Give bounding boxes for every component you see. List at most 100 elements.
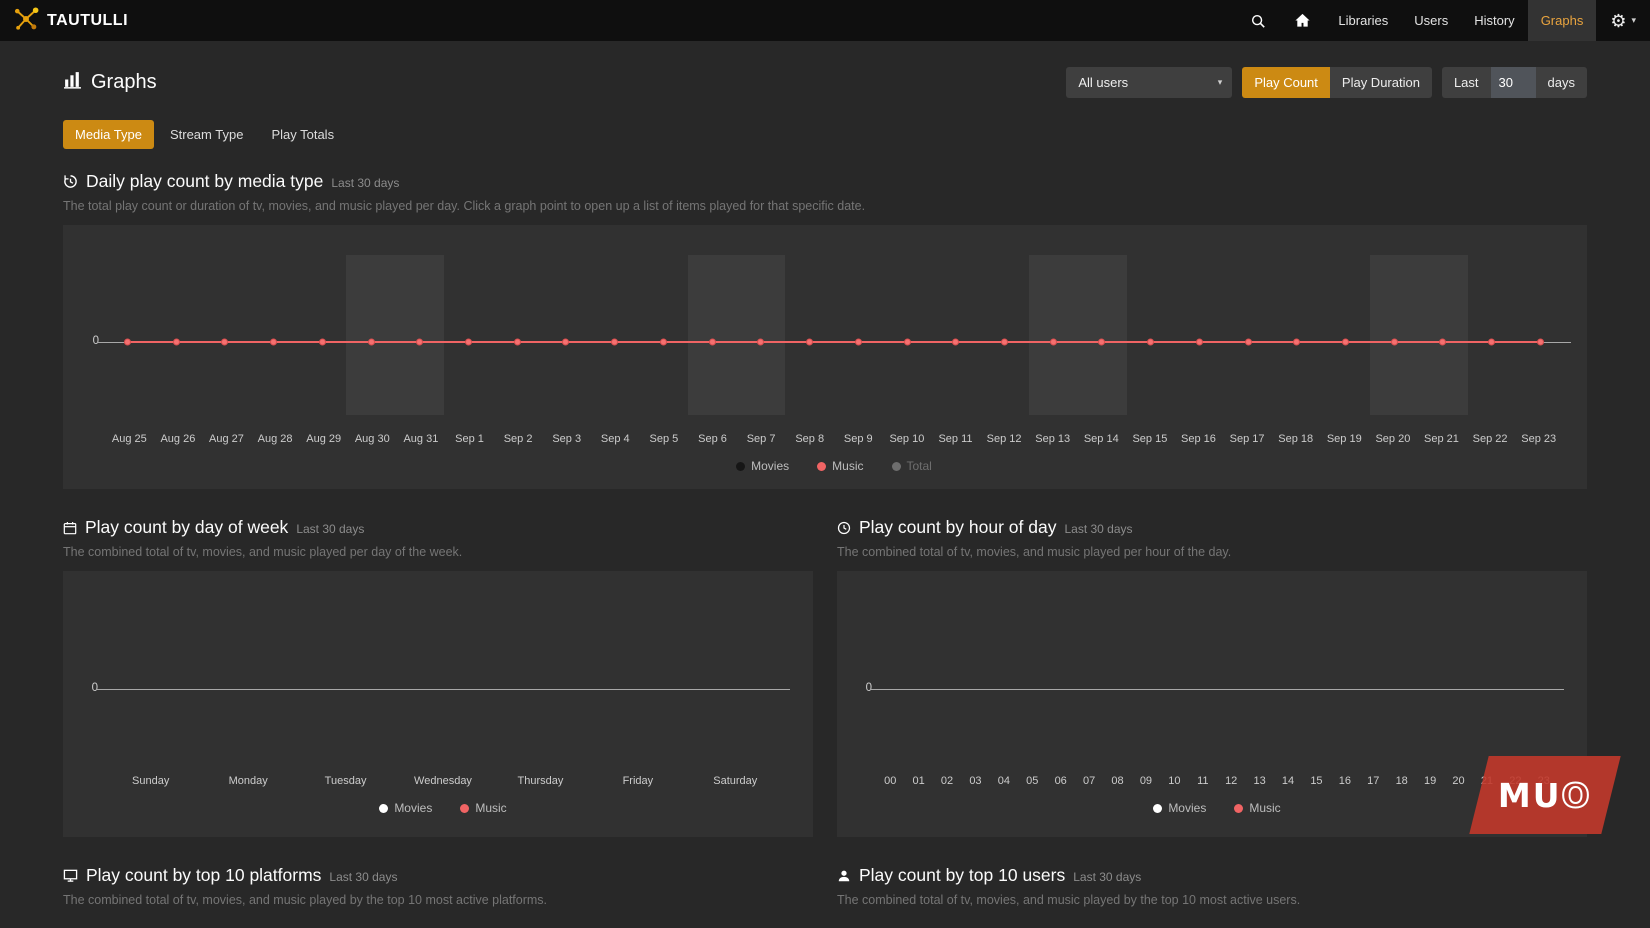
play-duration-button[interactable]: Play Duration — [1330, 67, 1432, 98]
axis-tick-label: Sep 19 — [1320, 433, 1369, 445]
axis-tick-label: Tuesday — [297, 775, 394, 787]
search-icon[interactable] — [1236, 0, 1280, 41]
section-top-users: Play count by top 10 users Last 30 days … — [837, 865, 1587, 907]
chevron-down-icon: ▾ — [1218, 77, 1223, 88]
section-header: Play count by day of week Last 30 days — [63, 517, 813, 538]
series-data-point[interactable] — [1488, 339, 1495, 346]
axis-tick-label: Sep 5 — [640, 433, 689, 445]
plot-area: 0 — [105, 255, 1563, 415]
series-data-point[interactable] — [709, 339, 716, 346]
legend-marker — [817, 462, 826, 471]
axis-tick-label: 14 — [1274, 775, 1302, 787]
axis-tick-label: Saturday — [687, 775, 784, 787]
series-data-point[interactable] — [562, 339, 569, 346]
series-data-point[interactable] — [124, 339, 131, 346]
nav-link-graphs[interactable]: Graphs — [1528, 0, 1597, 41]
axis-tick-label: Sep 7 — [737, 433, 786, 445]
calendar-icon — [63, 521, 77, 535]
series-data-point[interactable] — [1293, 339, 1300, 346]
tab-play-totals[interactable]: Play Totals — [259, 120, 346, 149]
series-data-point[interactable] — [952, 339, 959, 346]
axis-tick-label: Friday — [589, 775, 686, 787]
series-data-point[interactable] — [611, 339, 618, 346]
series-data-point[interactable] — [173, 339, 180, 346]
axis-tick-label: 09 — [1132, 775, 1160, 787]
section-hour-of-day: Play count by hour of day Last 30 days T… — [837, 517, 1587, 837]
axis-tick-label: Aug 27 — [202, 433, 251, 445]
series-data-point[interactable] — [416, 339, 423, 346]
series-data-point[interactable] — [1147, 339, 1154, 346]
legend-item-movies[interactable]: Movies — [736, 459, 789, 473]
series-data-point[interactable] — [1439, 339, 1446, 346]
series-data-point[interactable] — [514, 339, 521, 346]
users-filter-select[interactable]: All users ▾ — [1066, 67, 1232, 98]
chevron-down-icon: ▾ — [1631, 15, 1636, 26]
series-data-point[interactable] — [757, 339, 764, 346]
series-data-point[interactable] — [319, 339, 326, 346]
series-data-point[interactable] — [221, 339, 228, 346]
play-count-button[interactable]: Play Count — [1242, 67, 1330, 98]
axis-tick-label: Sep 11 — [931, 433, 980, 445]
y-axis-tick-label: 0 — [72, 682, 98, 694]
series-data-point[interactable] — [1098, 339, 1105, 346]
plot-area: 0 — [102, 571, 784, 769]
chart-description: The combined total of tv, movies, and mu… — [63, 893, 813, 907]
series-data-point[interactable] — [465, 339, 472, 346]
axis-tick-label: Aug 28 — [251, 433, 300, 445]
legend-item-total[interactable]: Total — [892, 459, 932, 473]
series-data-point[interactable] — [368, 339, 375, 346]
axis-tick-label: 02 — [933, 775, 961, 787]
chart-subtitle: Last 30 days — [1073, 870, 1141, 884]
series-data-point[interactable] — [660, 339, 667, 346]
series-data-point[interactable] — [1342, 339, 1349, 346]
chart-subtitle: Last 30 days — [329, 870, 397, 884]
axis-tick-label: 11 — [1189, 775, 1217, 787]
nav-link-history[interactable]: History — [1461, 0, 1527, 41]
legend-item-movies[interactable]: Movies — [379, 801, 432, 815]
axis-tick-label: 01 — [904, 775, 932, 787]
series-data-point[interactable] — [1537, 339, 1544, 346]
count-duration-toggle: Play Count Play Duration — [1242, 67, 1432, 98]
chart-legend: Movies Music — [876, 801, 1558, 815]
series-data-point[interactable] — [1001, 339, 1008, 346]
home-icon[interactable] — [1280, 0, 1325, 41]
series-data-point[interactable] — [1391, 339, 1398, 346]
axis-tick-label: Sep 12 — [980, 433, 1029, 445]
days-input[interactable] — [1491, 67, 1536, 98]
series-data-point[interactable] — [855, 339, 862, 346]
nav-link-libraries[interactable]: Libraries — [1325, 0, 1401, 41]
axis-tick-label: Aug 29 — [299, 433, 348, 445]
axis-tick-label: 18 — [1387, 775, 1415, 787]
section-header: Play count by hour of day Last 30 days — [837, 517, 1587, 538]
settings-menu[interactable]: ⚙ ▾ — [1596, 0, 1650, 41]
muo-watermark: MUO — [1469, 756, 1620, 834]
series-data-point[interactable] — [1050, 339, 1057, 346]
nav-link-users[interactable]: Users — [1401, 0, 1461, 41]
legend-item-movies[interactable]: Movies — [1153, 801, 1206, 815]
chart-title: Play count by top 10 users — [859, 865, 1065, 886]
axis-tick-label: 04 — [990, 775, 1018, 787]
legend-item-music[interactable]: Music — [1234, 801, 1280, 815]
tautulli-logo[interactable]: TAUTULLI — [0, 5, 138, 36]
axis-tick-label: Sep 6 — [688, 433, 737, 445]
axis-tick-label: 16 — [1331, 775, 1359, 787]
legend-label: Music — [1249, 801, 1280, 815]
legend-label: Total — [907, 459, 932, 473]
legend-item-music[interactable]: Music — [817, 459, 863, 473]
tab-stream-type[interactable]: Stream Type — [158, 120, 255, 149]
legend-marker — [460, 804, 469, 813]
axis-tick-label: Sep 17 — [1223, 433, 1272, 445]
legend-item-music[interactable]: Music — [460, 801, 506, 815]
tab-media-type[interactable]: Media Type — [63, 120, 154, 149]
series-data-point[interactable] — [1245, 339, 1252, 346]
axis-tick-label: Aug 31 — [397, 433, 446, 445]
graph-controls: All users ▾ Play Count Play Duration Las… — [1066, 67, 1587, 98]
series-data-point[interactable] — [904, 339, 911, 346]
y-axis-tick-label: 0 — [73, 335, 99, 347]
series-data-point[interactable] — [1196, 339, 1203, 346]
series-data-point[interactable] — [270, 339, 277, 346]
section-header: Daily play count by media type Last 30 d… — [63, 171, 1587, 192]
series-data-point[interactable] — [806, 339, 813, 346]
axis-tick-label: Sep 8 — [785, 433, 834, 445]
axis-tick-label: Aug 30 — [348, 433, 397, 445]
